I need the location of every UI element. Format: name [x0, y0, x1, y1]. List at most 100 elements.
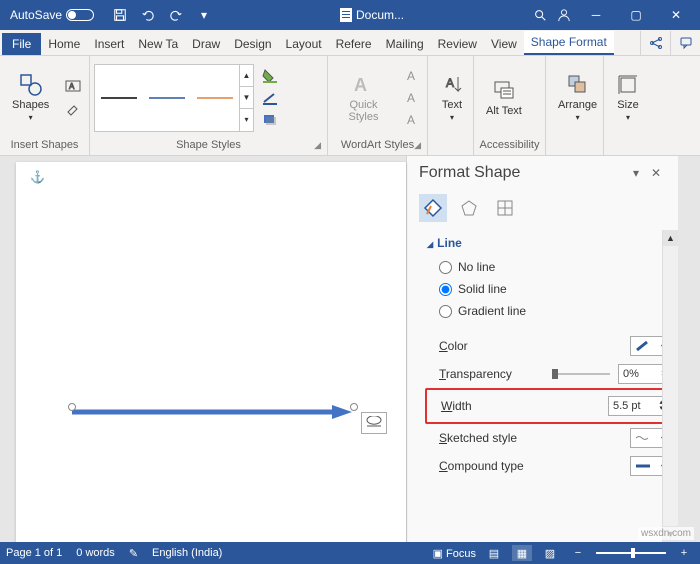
shape-styles-gallery[interactable]: ▲ ▼ ▾ [94, 64, 254, 132]
redo-icon[interactable] [164, 3, 188, 27]
arrange-label: Arrange [558, 99, 597, 111]
group-text [432, 137, 469, 153]
web-layout-icon[interactable]: ▨ [540, 545, 560, 561]
tab-draw[interactable]: Draw [185, 33, 227, 55]
read-mode-icon[interactable]: ▤ [484, 545, 504, 561]
svg-text:A: A [446, 76, 454, 90]
account-icon[interactable] [552, 3, 576, 27]
dialog-launcher-icon[interactable]: ◢ [414, 140, 421, 151]
shapes-icon [19, 73, 43, 97]
qat-dropdown-icon[interactable]: ▾ [192, 3, 216, 27]
share-icon[interactable] [640, 31, 670, 55]
alt-text-button[interactable]: Alt Text [478, 75, 530, 121]
page-indicator[interactable]: Page 1 of 1 [6, 547, 62, 559]
dialog-launcher-icon[interactable]: ◢ [314, 140, 321, 151]
autosave-toggle[interactable]: AutoSave [4, 8, 100, 22]
zoom-slider[interactable] [596, 552, 666, 554]
compound-label: Compound type [439, 459, 622, 473]
radio-solid-line[interactable]: Solid line [427, 278, 670, 300]
text-box-icon[interactable]: A [61, 77, 85, 97]
tab-insert[interactable]: Insert [87, 33, 131, 55]
pane-tab-fill-line[interactable] [419, 194, 447, 222]
alt-text-label: Alt Text [486, 105, 522, 117]
wordart-icon: A [352, 73, 376, 97]
maximize-button[interactable]: ▢ [616, 0, 656, 30]
ribbon: Shapes ▾ A Insert Shapes ▲ ▼ ▾ [0, 56, 700, 156]
transparency-slider[interactable] [552, 373, 610, 375]
toggle-switch-icon [66, 9, 94, 21]
shape-fill-icon[interactable] [258, 66, 282, 86]
arrange-icon [566, 73, 590, 97]
pane-scrollbar[interactable]: ▲ ▼ [662, 230, 678, 542]
pane-close-icon[interactable]: ✕ [646, 166, 666, 180]
document-title: Docum... [216, 8, 528, 22]
shape-outline-icon[interactable] [258, 88, 282, 108]
gallery-down-icon[interactable]: ▼ [240, 87, 253, 109]
comments-icon[interactable] [670, 31, 700, 55]
color-label: CColorolor [439, 339, 622, 353]
document-title-text: Docum... [356, 8, 404, 22]
save-icon[interactable] [108, 3, 132, 27]
shapes-label: Shapes [12, 99, 49, 111]
svg-text:A: A [354, 75, 367, 95]
radio-gradient-line[interactable]: Gradient line [427, 300, 670, 322]
svg-text:A: A [69, 82, 75, 91]
gallery-up-icon[interactable]: ▲ [240, 65, 253, 87]
language-indicator[interactable]: English (India) [152, 547, 222, 559]
tab-view[interactable]: View [484, 33, 524, 55]
tab-layout[interactable]: Layout [279, 33, 329, 55]
radio-no-line[interactable]: No line [427, 256, 670, 278]
gallery-more-icon[interactable]: ▾ [240, 109, 253, 130]
edit-shape-icon[interactable] [61, 99, 85, 119]
quick-styles-button: A Quick Styles [332, 69, 395, 127]
minimize-button[interactable]: ─ [576, 0, 616, 30]
tab-design[interactable]: Design [227, 33, 278, 55]
tab-references[interactable]: Refere [329, 33, 379, 55]
undo-icon[interactable] [136, 3, 160, 27]
scroll-up-icon[interactable]: ▲ [663, 230, 678, 246]
sketched-label: Sketched style [439, 431, 622, 445]
alt-text-icon [492, 79, 516, 103]
document-page[interactable]: ⚓ [16, 162, 406, 542]
word-count[interactable]: 0 words [76, 547, 115, 559]
quick-access-toolbar: ▾ [108, 3, 216, 27]
pane-tab-effects[interactable] [455, 194, 483, 222]
width-input[interactable]: 5.5 pt▴▾ [608, 396, 668, 416]
handle-start[interactable] [68, 403, 76, 411]
tab-home[interactable]: Home [41, 33, 87, 55]
zoom-in-icon[interactable]: + [674, 545, 694, 561]
tab-new[interactable]: New Ta [131, 33, 185, 55]
zoom-out-icon[interactable]: − [568, 545, 588, 561]
pane-tab-layout[interactable] [491, 194, 519, 222]
tab-review[interactable]: Review [431, 33, 484, 55]
group-wordart-styles: WordArt Styles◢ [332, 137, 423, 153]
document-area: ⚓ Format Shape ▾ ✕ Line No line Solid li… [0, 156, 700, 542]
layout-options-icon[interactable] [361, 412, 387, 434]
anchor-icon: ⚓ [30, 170, 45, 184]
shape-effects-icon[interactable] [258, 110, 282, 130]
size-icon [616, 73, 640, 97]
status-bar: Page 1 of 1 0 words ✎ English (India) ▣ … [0, 542, 700, 564]
group-size [608, 137, 648, 153]
print-layout-icon[interactable]: ▦ [512, 545, 532, 561]
tab-shape-format[interactable]: Shape Format [524, 31, 614, 55]
width-label: Width [441, 399, 600, 413]
size-button[interactable]: Size ▾ [608, 69, 648, 126]
shapes-button[interactable]: Shapes ▾ [4, 69, 57, 126]
spell-check-icon[interactable]: ✎ [129, 547, 138, 560]
word-doc-icon [340, 8, 352, 22]
focus-mode[interactable]: ▣ Focus [433, 547, 476, 560]
section-line[interactable]: Line [427, 230, 670, 256]
text-button[interactable]: A Text ▾ [432, 69, 472, 126]
tab-file[interactable]: File [2, 33, 41, 55]
arrow-shape[interactable] [72, 404, 352, 410]
text-effects-icon: A [399, 110, 423, 130]
pane-menu-icon[interactable]: ▾ [626, 166, 646, 180]
search-icon[interactable] [528, 3, 552, 27]
tab-mailings[interactable]: Mailing [379, 33, 431, 55]
close-button[interactable]: ✕ [656, 0, 696, 30]
size-label: Size [617, 99, 638, 111]
arrange-button[interactable]: Arrange ▾ [550, 69, 605, 126]
text-fill-icon: A [399, 66, 423, 86]
handle-end[interactable] [350, 403, 358, 411]
